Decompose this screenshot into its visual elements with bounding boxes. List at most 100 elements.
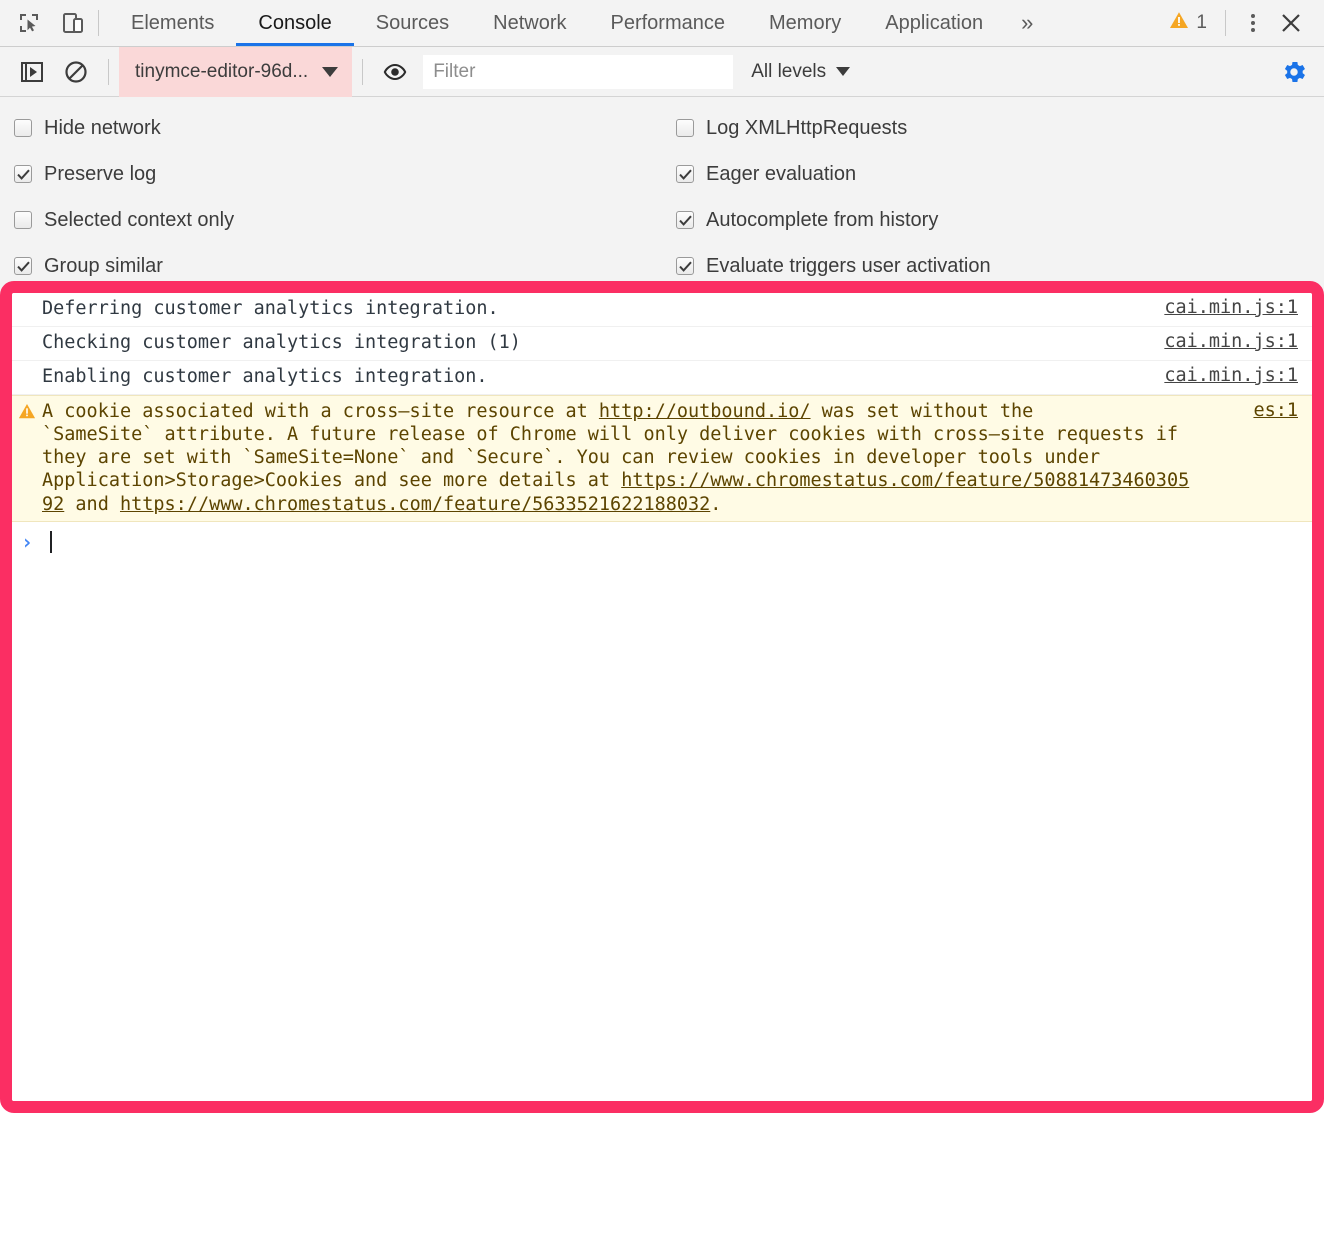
setting-hide-network[interactable]: Hide network [0,105,662,151]
console-message-source[interactable]: cai.min.js:1 [1164,331,1312,352]
log-level-label: All levels [751,61,826,83]
more-options-icon[interactable] [1238,8,1268,38]
more-tabs-button[interactable]: » [1005,0,1049,46]
devtools-tabbar: Elements Console Sources Network Perform… [0,0,1324,47]
device-toolbar-icon[interactable] [58,8,88,38]
tab-memory[interactable]: Memory [747,0,863,46]
live-expression-eye-icon[interactable] [378,55,412,89]
setting-evaluate-triggers-user-activation-label: Evaluate triggers user activation [706,255,991,278]
checkbox-unchecked-icon[interactable] [14,119,32,137]
console-message-list[interactable]: Deferring customer analytics integration… [12,293,1312,1101]
warning-triangle-icon [1169,10,1189,36]
console-context-label: tinymce-editor-96d... [135,61,308,83]
tab-application-label: Application [885,12,983,35]
console-warning-line: 92 and https://www.chromestatus.com/feat… [42,493,1245,516]
console-warning-link[interactable]: https://www.chromestatus.com/feature/508… [621,470,1189,491]
text-cursor [50,531,52,553]
console-warning-text: A cookie associated with a cross–site re… [42,400,1253,516]
console-prompt[interactable]: › [12,522,1312,556]
devtools-window: Elements Console Sources Network Perform… [0,0,1324,1236]
setting-log-xmlhttprequests[interactable]: Log XMLHttpRequests [662,105,1324,151]
checkbox-checked-icon[interactable] [14,257,32,275]
console-context-selector[interactable]: tinymce-editor-96d... [119,47,352,97]
log-gutter [12,365,42,367]
tabbar-right-controls: 1 [1163,0,1324,46]
devtools-tabs: Elements Console Sources Network Perform… [109,0,1049,46]
tab-sources[interactable]: Sources [354,0,471,46]
console-warning-segment: `SameSite` attribute. A future release o… [42,424,1178,445]
prompt-chevron-icon: › [21,532,33,552]
setting-preserve-log[interactable]: Preserve log [0,151,662,197]
setting-selected-context-only-label: Selected context only [44,209,234,232]
chevron-down-icon [322,67,338,77]
console-message-source[interactable]: cai.min.js:1 [1164,365,1312,386]
console-warning-segment: was set without the [811,401,1034,422]
prompt-gutter: › [12,532,42,552]
tab-performance-label: Performance [611,12,726,35]
filterbar-divider-1 [108,59,109,85]
tab-performance[interactable]: Performance [589,0,748,46]
console-log-row[interactable]: Enabling customer analytics integration.… [12,361,1312,395]
console-warning-segment: . [710,494,721,515]
tab-console[interactable]: Console [236,0,353,46]
console-output-highlight: Deferring customer analytics integration… [0,281,1324,1113]
close-icon[interactable] [1274,6,1308,40]
tab-elements-label: Elements [131,12,214,35]
console-filter-input[interactable] [423,55,733,89]
settings-column-left: Hide network Preserve log Selected conte… [0,105,662,289]
setting-autocomplete-from-history-label: Autocomplete from history [706,209,938,232]
checkbox-checked-icon[interactable] [676,257,694,275]
setting-hide-network-label: Hide network [44,117,161,140]
console-message-text: Deferring customer analytics integration… [42,297,1164,320]
log-gutter [12,297,42,299]
console-log-row[interactable]: Deferring customer analytics integration… [12,293,1312,327]
checkbox-checked-icon[interactable] [676,165,694,183]
checkbox-checked-icon[interactable] [676,211,694,229]
console-filter-bar: tinymce-editor-96d... All levels [0,47,1324,97]
console-warning-link[interactable]: http://outbound.io/ [599,401,811,422]
checkbox-unchecked-icon[interactable] [14,211,32,229]
clear-console-icon[interactable] [59,55,93,89]
console-warning-line: they are set with `SameSite=None` and `S… [42,446,1245,469]
tab-application[interactable]: Application [863,0,1005,46]
tabbar-divider [98,10,99,36]
setting-eager-evaluation[interactable]: Eager evaluation [662,151,1324,197]
tab-network[interactable]: Network [471,0,588,46]
setting-group-similar-label: Group similar [44,255,163,278]
execute-console-icon[interactable] [15,55,49,89]
tab-memory-label: Memory [769,12,841,35]
console-warning-row[interactable]: A cookie associated with a cross–site re… [12,395,1312,522]
tabbar-tool-icons [0,0,88,46]
log-gutter [12,331,42,333]
console-warning-line: `SameSite` attribute. A future release o… [42,423,1245,446]
console-settings-gear-icon[interactable] [1280,58,1308,86]
chevron-down-icon [836,67,850,76]
warning-count-badge[interactable]: 1 [1163,10,1213,36]
console-warning-segment: and [64,494,120,515]
log-level-selector[interactable]: All levels [751,61,850,83]
console-warning-link[interactable]: 92 [42,494,64,515]
tab-elements[interactable]: Elements [109,0,236,46]
tab-sources-label: Sources [376,12,449,35]
tabbar-right-divider [1225,10,1226,36]
console-warning-link[interactable]: https://www.chromestatus.com/feature/563… [120,494,710,515]
console-settings-panel: Hide network Preserve log Selected conte… [0,97,1324,300]
console-warning-line: A cookie associated with a cross–site re… [42,400,1245,423]
checkbox-checked-icon[interactable] [14,165,32,183]
filterbar-divider-2 [362,59,363,85]
console-message-source[interactable]: cai.min.js:1 [1164,297,1312,318]
console-warning-line: Application>Storage>Cookies and see more… [42,469,1245,492]
console-warning-segment: A cookie associated with a cross–site re… [42,401,599,422]
console-message-text: Checking customer analytics integration … [42,331,1164,354]
inspect-element-icon[interactable] [14,8,44,38]
setting-eager-evaluation-label: Eager evaluation [706,163,856,186]
tab-console-label: Console [258,12,331,35]
console-warning-segment: they are set with `SameSite=None` and `S… [42,447,1100,468]
console-warning-source[interactable]: es:1 [1253,400,1312,421]
console-message-text: Enabling customer analytics integration. [42,365,1164,388]
setting-selected-context-only[interactable]: Selected context only [0,197,662,243]
setting-autocomplete-from-history[interactable]: Autocomplete from history [662,197,1324,243]
warning-triangle-icon [18,402,36,425]
console-log-row[interactable]: Checking customer analytics integration … [12,327,1312,361]
checkbox-unchecked-icon[interactable] [676,119,694,137]
